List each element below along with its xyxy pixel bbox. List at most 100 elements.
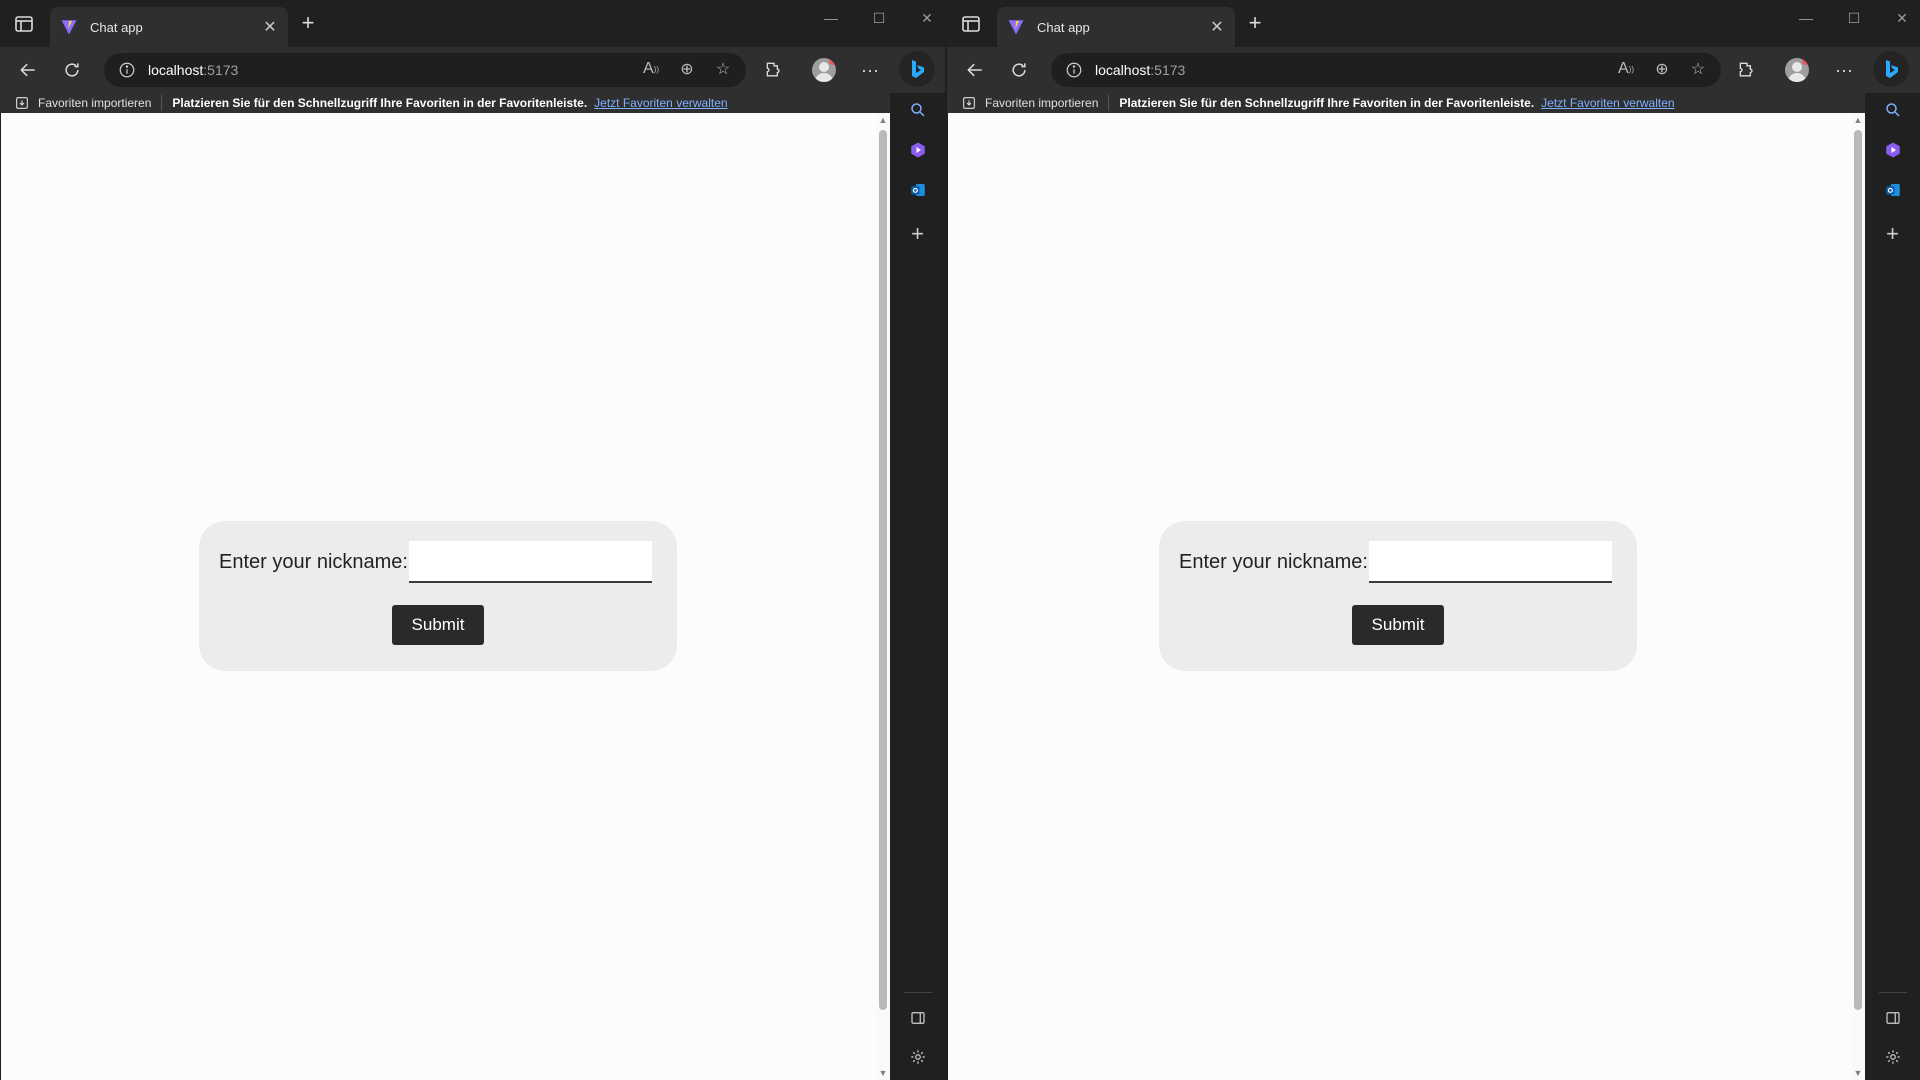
games-icon[interactable]: [1865, 137, 1920, 163]
tab-actions-icon[interactable]: [12, 12, 36, 36]
sidebar-panel-icon[interactable]: [890, 1005, 945, 1031]
url-host: localhost: [148, 62, 204, 78]
gear-icon[interactable]: [890, 1044, 945, 1070]
scrollbar[interactable]: ▲ ▼: [876, 113, 890, 1080]
import-icon: [16, 97, 28, 109]
gear-icon[interactable]: [1865, 1044, 1920, 1070]
sidebar-divider: [904, 992, 932, 993]
scrollbar-thumb[interactable]: [879, 130, 887, 1010]
browser-window-left: Chat app ✕ + — ☐ ✕ localhost:5173 A)) ⊕…: [0, 0, 945, 1080]
manage-favorites-link[interactable]: Jetzt Favoriten verwalten: [594, 96, 727, 110]
close-icon[interactable]: ✕: [1209, 19, 1225, 36]
tab-title: Chat app: [1037, 19, 1090, 35]
favorites-hint: Platzieren Sie für den Schnellzugriff Ih…: [1119, 96, 1535, 110]
scroll-up-icon[interactable]: ▲: [876, 113, 890, 127]
sidebar-panel-icon[interactable]: [1865, 1005, 1920, 1031]
avatar[interactable]: [1785, 58, 1809, 82]
plus-icon[interactable]: +: [1865, 221, 1920, 247]
close-icon[interactable]: ✕: [262, 19, 278, 36]
favorites-bar: Favoriten importieren Platzieren Sie für…: [0, 93, 945, 113]
outlook-icon[interactable]: [890, 177, 945, 203]
scroll-down-icon[interactable]: ▼: [876, 1066, 890, 1080]
outlook-icon[interactable]: [1865, 177, 1920, 203]
avatar[interactable]: [812, 58, 836, 82]
tab-strip: Chat app ✕ + — ☐ ✕: [0, 0, 945, 47]
nickname-input[interactable]: [1369, 541, 1612, 583]
import-favorites-label: Favoriten importieren: [985, 96, 1099, 110]
import-favorites-button[interactable]: Favoriten importieren: [14, 95, 151, 111]
nickname-input[interactable]: [409, 541, 652, 583]
back-arrow-icon[interactable]: [963, 58, 987, 82]
import-favorites-button[interactable]: Favoriten importieren: [961, 95, 1098, 111]
page-viewport: Enter your nickname: Submit ▲ ▼: [948, 113, 1865, 1080]
edge-sidebar: +: [890, 93, 945, 1080]
tab-chat-app[interactable]: Chat app ✕: [997, 7, 1235, 47]
minimize-button[interactable]: —: [821, 10, 841, 27]
import-icon: [963, 97, 975, 109]
maximize-button[interactable]: ☐: [869, 10, 889, 27]
scroll-up-icon[interactable]: ▲: [1851, 113, 1865, 127]
plus-icon[interactable]: +: [890, 221, 945, 247]
extensions-icon[interactable]: [1735, 58, 1759, 82]
read-aloud-icon[interactable]: A)): [1617, 59, 1635, 79]
tab-chat-app[interactable]: Chat app ✕: [50, 7, 288, 47]
nickname-form: Enter your nickname: Submit: [1159, 521, 1637, 671]
bing-icon[interactable]: [899, 51, 935, 87]
extensions-icon[interactable]: [762, 58, 786, 82]
window-controls: — ☐ ✕: [1796, 10, 1912, 27]
close-window-button[interactable]: ✕: [1892, 10, 1912, 27]
import-favorites-label: Favoriten importieren: [38, 96, 152, 110]
more-icon[interactable]: ···: [1832, 58, 1856, 82]
search-icon[interactable]: [1865, 97, 1920, 123]
favorite-add-icon[interactable]: ☆: [714, 59, 732, 79]
divider: [1108, 95, 1110, 111]
url-port: :5173: [1150, 62, 1186, 78]
url-host: localhost: [1095, 62, 1151, 78]
tab-strip: Chat app ✕ + — ☐ ✕: [947, 0, 1920, 47]
bing-icon[interactable]: [1873, 51, 1909, 87]
tab-title: Chat app: [90, 19, 143, 35]
submit-button[interactable]: Submit: [1352, 605, 1444, 645]
address-bar[interactable]: localhost:5173 A)) ⊕ ☆: [1051, 53, 1721, 87]
nickname-label: Enter your nickname:: [1179, 551, 1368, 573]
sidebar-divider: [1879, 992, 1907, 993]
vite-logo-icon: [1008, 20, 1024, 35]
scroll-down-icon[interactable]: ▼: [1851, 1066, 1865, 1080]
new-tab-button[interactable]: +: [1245, 12, 1265, 34]
window-controls: — ☐ ✕: [821, 10, 937, 27]
edge-sidebar: +: [1865, 93, 1920, 1080]
new-tab-button[interactable]: +: [298, 12, 318, 34]
toolbar: localhost:5173 A)) ⊕ ☆ ···: [0, 47, 945, 93]
maximize-button[interactable]: ☐: [1844, 10, 1864, 27]
scrollbar-thumb[interactable]: [1854, 130, 1862, 1010]
submit-button[interactable]: Submit: [392, 605, 484, 645]
back-arrow-icon[interactable]: [16, 58, 40, 82]
close-window-button[interactable]: ✕: [917, 10, 937, 27]
notification-dot: [829, 58, 836, 65]
tab-actions-icon[interactable]: [959, 12, 983, 36]
read-aloud-icon[interactable]: A)): [642, 59, 660, 79]
zoom-icon[interactable]: ⊕: [1653, 59, 1671, 79]
games-icon[interactable]: [890, 137, 945, 163]
toolbar: localhost:5173 A)) ⊕ ☆ ···: [947, 47, 1920, 93]
address-bar-actions: A)) ⊕ ☆: [642, 59, 732, 79]
minimize-button[interactable]: —: [1796, 10, 1816, 27]
search-icon[interactable]: [890, 97, 945, 123]
more-icon[interactable]: ···: [858, 58, 882, 82]
info-icon[interactable]: [118, 61, 136, 79]
refresh-icon[interactable]: [60, 58, 84, 82]
notification-dot: [1802, 58, 1809, 65]
favorites-hint: Platzieren Sie für den Schnellzugriff Ih…: [172, 96, 588, 110]
favorite-add-icon[interactable]: ☆: [1689, 59, 1707, 79]
info-icon[interactable]: [1065, 61, 1083, 79]
scrollbar[interactable]: ▲ ▼: [1851, 113, 1865, 1080]
vite-logo-icon: [61, 20, 77, 35]
address-bar-actions: A)) ⊕ ☆: [1617, 59, 1707, 79]
page-viewport: Enter your nickname: Submit ▲ ▼: [1, 113, 890, 1080]
refresh-icon[interactable]: [1007, 58, 1031, 82]
zoom-icon[interactable]: ⊕: [678, 59, 696, 79]
manage-favorites-link[interactable]: Jetzt Favoriten verwalten: [1541, 96, 1674, 110]
address-bar[interactable]: localhost:5173 A)) ⊕ ☆: [104, 53, 746, 87]
nickname-label: Enter your nickname:: [219, 551, 408, 573]
divider: [161, 95, 163, 111]
